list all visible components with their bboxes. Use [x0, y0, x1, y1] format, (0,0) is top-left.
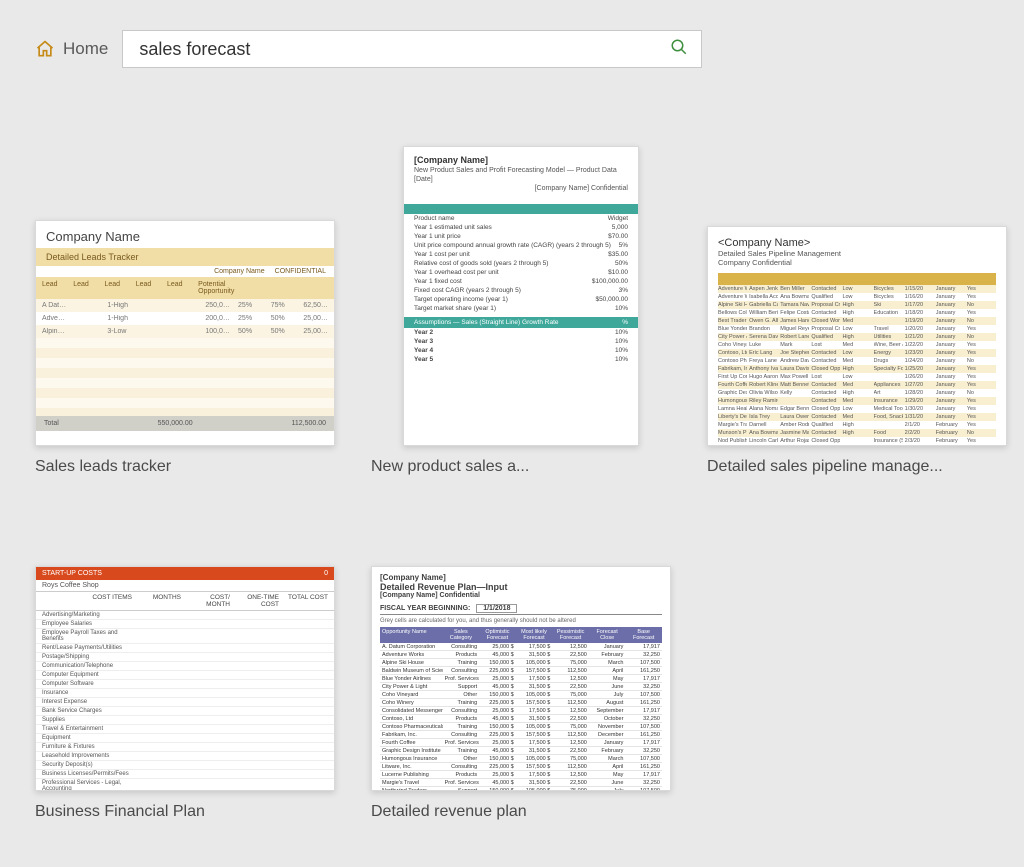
top-bar: Home: [35, 30, 989, 68]
template-thumbnail: START-UP COSTS0 Roys Coffee Shop COST IT…: [35, 566, 335, 791]
search-button[interactable]: [667, 37, 691, 61]
home-link[interactable]: Home: [35, 39, 108, 59]
search-input[interactable]: [137, 38, 667, 61]
template-card-detailed-revenue-plan[interactable]: [Company Name] Detailed Revenue Plan—Inp…: [371, 566, 671, 821]
template-card-detailed-pipeline[interactable]: <Company Name> Detailed Sales Pipeline M…: [707, 226, 1007, 476]
thumb-subtitle: Detailed Leads Tracker: [36, 248, 334, 266]
template-card-new-product-sales[interactable]: [Company Name] New Product Sales and Pro…: [371, 146, 671, 476]
template-thumbnail: <Company Name> Detailed Sales Pipeline M…: [707, 226, 1007, 446]
template-caption: Detailed sales pipeline manage...: [707, 458, 1007, 476]
search-icon: [670, 38, 688, 61]
template-thumbnail: [Company Name] New Product Sales and Pro…: [403, 146, 639, 446]
template-card-business-financial-plan[interactable]: START-UP COSTS0 Roys Coffee Shop COST IT…: [35, 566, 335, 821]
template-grid: Company Name Detailed Leads Tracker Comp…: [35, 146, 989, 821]
home-label: Home: [63, 39, 108, 59]
template-caption: New product sales a...: [371, 458, 671, 476]
template-thumbnail: Company Name Detailed Leads Tracker Comp…: [35, 220, 335, 446]
template-caption: Business Financial Plan: [35, 803, 335, 821]
thumb-company-name: Company Name: [36, 221, 334, 248]
template-gallery-page: Home Company Name Detailed Leads Tracker: [0, 0, 1024, 867]
home-icon: [35, 39, 55, 59]
search-box: [122, 30, 702, 68]
template-thumbnail: [Company Name] Detailed Revenue Plan—Inp…: [371, 566, 671, 791]
template-caption: Sales leads tracker: [35, 458, 335, 476]
template-card-sales-leads-tracker[interactable]: Company Name Detailed Leads Tracker Comp…: [35, 220, 335, 476]
template-caption: Detailed revenue plan: [371, 803, 671, 821]
